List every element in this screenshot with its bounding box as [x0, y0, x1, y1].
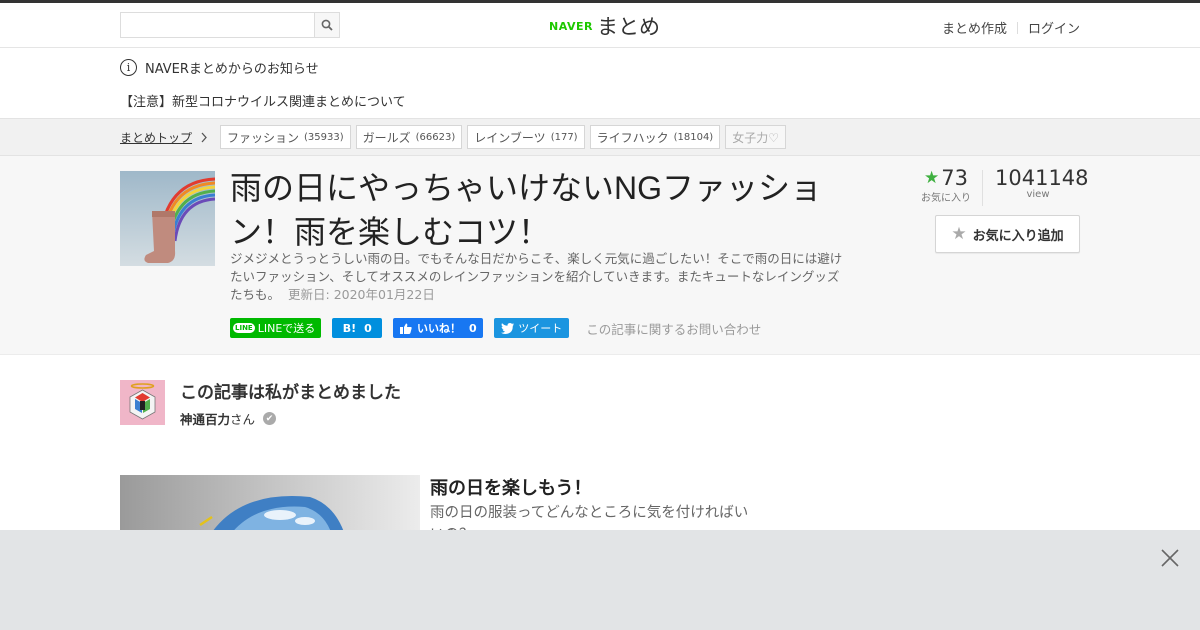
search-input[interactable] — [121, 13, 314, 37]
author-name-row[interactable]: 神通百力 さん ✔ — [180, 409, 277, 428]
notice-link[interactable]: 【注意】新型コロナウイルス関連まとめについて — [120, 91, 406, 110]
facebook-like-label: いいね！ — [416, 322, 461, 335]
chevron-right-icon — [201, 132, 207, 143]
article-stats: ★ 73 お気に入り 1041148 view — [910, 166, 1089, 206]
line-share-label: LINEで送る — [257, 322, 316, 335]
favorites-count: 73 — [941, 166, 968, 190]
logo-matome-text: まとめ — [596, 15, 660, 39]
tag-count: (18104) — [673, 131, 714, 143]
updated-date: 更新日: 2020年01月22日 — [288, 287, 435, 302]
views-label: view — [1026, 189, 1050, 200]
hatena-bookmark-button[interactable]: B! 0 — [332, 318, 383, 338]
article-header: 雨の日にやっちゃいけないNGファッション！雨を楽しむコツ！ ジメジメとうっとうし… — [0, 156, 1200, 355]
inquiry-link[interactable]: この記事に関するお問い合わせ — [586, 319, 761, 338]
article-title: 雨の日にやっちゃいけないNGファッション！雨を楽しむコツ！ — [230, 170, 823, 250]
login-link[interactable]: ログイン — [1028, 18, 1080, 37]
tag-label: ファッション — [227, 130, 300, 145]
notice-heading-text: NAVERまとめからのお知らせ — [145, 62, 319, 77]
section-title: 雨の日を楽しもう！ — [430, 478, 592, 499]
breadcrumb-home[interactable]: まとめトップ — [120, 129, 208, 146]
add-favorite-label: お気に入り追加 — [972, 228, 1064, 244]
divider — [982, 170, 983, 206]
info-icon: i — [120, 59, 137, 76]
thumbs-up-icon — [399, 323, 412, 334]
search-button[interactable] — [314, 13, 339, 37]
line-icon: LINE — [233, 323, 255, 333]
share-buttons: LINE LINEで送る B! 0 いいね！ 0 ツイート この記事に関するお問… — [230, 318, 761, 338]
tag-rainboots[interactable]: レインブーツ (177) — [467, 125, 585, 149]
star-icon: ★ — [951, 224, 967, 244]
breadcrumb-bar: まとめトップ ファッション (35933) ガールズ (66623) レインブー… — [0, 118, 1200, 156]
author-suffix: さん — [230, 412, 256, 427]
notice-heading: i NAVERまとめからのお知らせ — [120, 58, 319, 77]
tweet-label: ツイート — [518, 322, 563, 335]
section-image[interactable] — [120, 475, 420, 535]
article-thumbnail[interactable] — [120, 171, 215, 266]
verified-check-icon: ✔ — [263, 412, 277, 425]
close-icon[interactable] — [1158, 546, 1182, 570]
author-heading: この記事は私がまとめました — [180, 383, 401, 403]
author-avatar[interactable] — [120, 380, 165, 425]
tag-count: (177) — [550, 131, 578, 143]
facebook-like-button[interactable]: いいね！ 0 — [393, 318, 484, 338]
article-description: ジメジメとうっとうしい雨の日。でもそんな日だからこそ、楽しく元気に過ごしたい！そ… — [230, 250, 845, 304]
hatena-icon: B! — [342, 321, 357, 335]
views-count: 1041148 — [995, 166, 1089, 190]
tag-label: ライフハック — [596, 130, 669, 145]
search-icon — [321, 19, 333, 31]
tag-girls[interactable]: ガールズ (66623) — [355, 125, 463, 149]
search-box — [120, 12, 340, 38]
favorites-label: お気に入り — [921, 193, 971, 204]
tag-joshiryoku[interactable]: 女子力♡ — [725, 125, 786, 149]
tag-label: 女子力♡ — [732, 130, 779, 145]
tag-fashion[interactable]: ファッション (35933) — [220, 125, 351, 149]
bottom-banner-overlay — [0, 530, 1200, 630]
divider — [1016, 21, 1018, 34]
logo-naver-text: NAVER — [549, 19, 593, 33]
tag-list: ファッション (35933) ガールズ (66623) レインブーツ (177)… — [220, 125, 791, 149]
header-links: まとめ作成 ログイン — [942, 18, 1080, 37]
star-icon: ★ — [924, 168, 940, 188]
twitter-bird-icon — [501, 322, 515, 334]
tag-count: (35933) — [304, 131, 344, 143]
breadcrumb-home-label: まとめトップ — [120, 131, 193, 145]
views-stat: 1041148 view — [995, 166, 1089, 206]
add-favorite-button[interactable]: ★ お気に入り追加 — [935, 215, 1080, 253]
tag-label: ガールズ — [362, 130, 411, 145]
naver-matome-logo[interactable]: NAVER まとめ — [549, 11, 660, 41]
favorites-stat: ★ 73 お気に入り — [910, 166, 982, 206]
facebook-like-count: 0 — [468, 321, 477, 335]
line-share-button[interactable]: LINE LINEで送る — [230, 318, 322, 338]
hatena-count: 0 — [364, 321, 372, 335]
tag-label: レインブーツ — [474, 130, 546, 145]
author-name: 神通百力 — [180, 412, 231, 427]
tag-lifehack[interactable]: ライフハック (18104) — [589, 125, 721, 149]
create-matome-link[interactable]: まとめ作成 — [942, 18, 1007, 37]
top-header: NAVER まとめ まとめ作成 ログイン — [0, 0, 1200, 48]
tag-count: (66623) — [415, 131, 456, 143]
twitter-tweet-button[interactable]: ツイート — [494, 318, 570, 338]
